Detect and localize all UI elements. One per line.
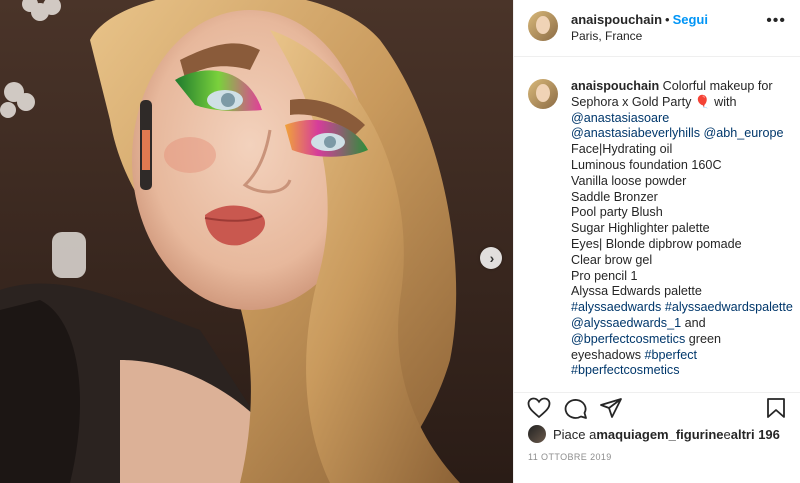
comments-section[interactable]: anaispouchain Colorful makeup for Sephor…	[514, 57, 800, 382]
header-text: anaispouchain • Segui Paris, France	[571, 11, 708, 44]
avatar[interactable]	[528, 425, 546, 443]
hashtag-link[interactable]: #bperfectcosmetics	[571, 363, 680, 377]
caption-username[interactable]: anaispouchain	[571, 79, 659, 93]
caption-line: Pro pencil 1	[571, 268, 638, 283]
bookmark-icon[interactable]	[766, 397, 786, 419]
avatar[interactable]	[528, 11, 558, 41]
share-icon[interactable]	[599, 397, 623, 419]
caption-line: Saddle Bronzer	[571, 189, 658, 204]
username-link[interactable]: anaispouchain	[571, 12, 662, 27]
selfie-image	[0, 0, 513, 483]
post-sidebar: anaispouchain • Segui Paris, France ••• an…	[513, 0, 800, 483]
post-caption: anaispouchain Colorful makeup for Sephor…	[571, 79, 793, 382]
caption-line: Face|Hydrating oil	[571, 142, 673, 157]
post-header: anaispouchain • Segui Paris, France •••	[514, 0, 800, 57]
separator-dot: •	[665, 12, 670, 27]
comment-icon[interactable]	[564, 397, 588, 419]
others-likes-link[interactable]: altri 196	[731, 427, 780, 442]
instagram-post: › anaispouchain • Segui Paris, France ••• …	[0, 0, 800, 483]
caption-line: Luminous foundation 160C	[571, 157, 722, 172]
header-line: anaispouchain • Segui	[571, 11, 708, 28]
caption-line: Pool party Blush	[571, 205, 663, 220]
location-link[interactable]: Paris, France	[571, 28, 708, 44]
action-bar	[514, 392, 800, 422]
caption-text: Sephora x Gold Party	[571, 94, 692, 109]
liker-username-link[interactable]: maquiagem_figurine	[596, 427, 723, 442]
caption-line: Sugar Highlighter palette	[571, 221, 710, 236]
caption-line: Alyssa Edwards palette	[571, 284, 702, 299]
chevron-right-icon: ›	[489, 250, 495, 266]
caption-text: eyeshadows	[571, 347, 645, 362]
follow-button[interactable]: Segui	[673, 12, 708, 27]
mention-link[interactable]: @bperfectcosmetics	[571, 332, 685, 346]
mention-link[interactable]: @anastasiabeverlyhills	[571, 126, 700, 140]
caption-text: with	[710, 94, 737, 109]
caption-text: green	[685, 331, 721, 346]
hashtag-link[interactable]: #alyssaedwards	[571, 300, 661, 314]
balloon-emoji: 🎈	[694, 94, 711, 109]
hashtag-link[interactable]: #alyssaedwardspalette	[665, 300, 793, 314]
caption-line: Clear brow gel	[571, 252, 653, 267]
next-image-button[interactable]: ›	[480, 247, 502, 269]
post-date[interactable]: 11 OTTOBRE 2019	[528, 452, 612, 462]
avatar[interactable]	[528, 79, 558, 109]
likes-middle: e	[723, 426, 731, 442]
mention-link[interactable]: @alyssaedwards_1	[571, 316, 681, 330]
likes-prefix: Piace a	[553, 426, 597, 442]
post-photo[interactable]: ›	[0, 0, 513, 483]
caption-text: and	[681, 315, 706, 330]
caption-line: Eyes| Blonde dipbrow pomade	[571, 236, 742, 251]
likes-summary: Piace a maquiagem_figurine e altri 196	[528, 425, 780, 443]
mention-link[interactable]: @abh_europe	[704, 126, 784, 140]
caption-line: Vanilla loose powder	[571, 173, 687, 188]
caption-text: Colorful makeup for	[659, 79, 773, 93]
hashtag-link[interactable]: #bperfect	[645, 348, 698, 362]
more-options-icon[interactable]: •••	[766, 13, 786, 29]
heart-icon[interactable]	[527, 397, 551, 419]
mention-link[interactable]: @anastasiasoare	[571, 111, 669, 125]
